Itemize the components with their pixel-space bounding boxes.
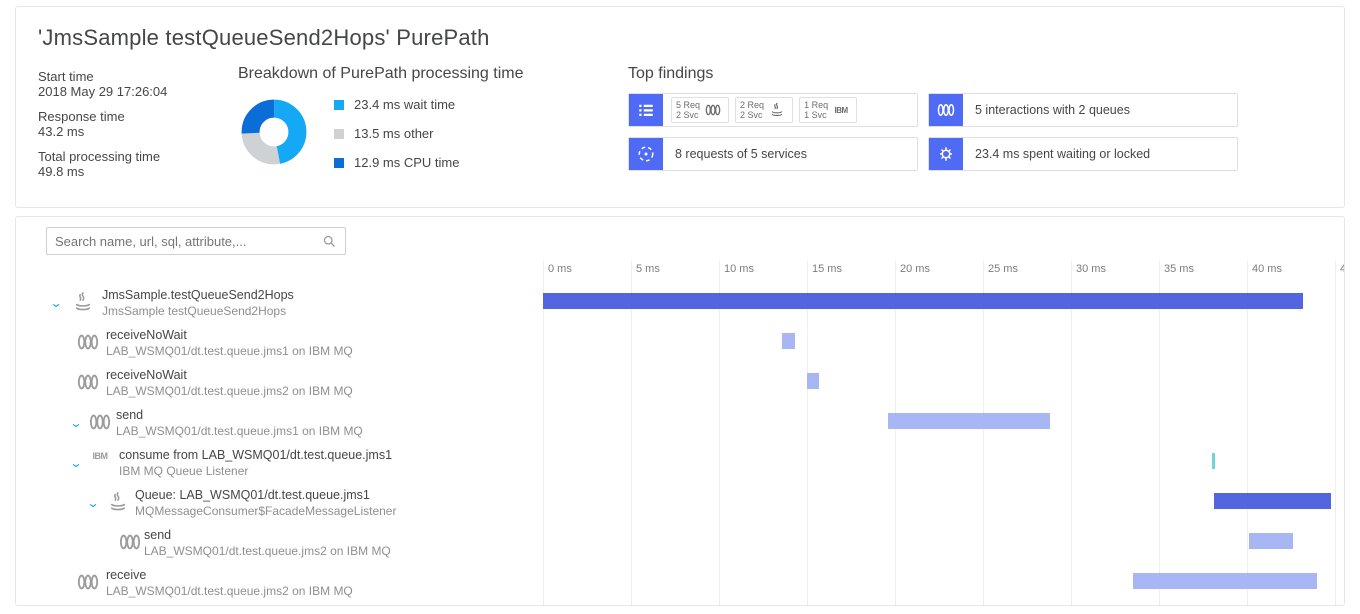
tree-row[interactable]: ⌄ JmsSample.testQueueSend2HopsJmsSample t…	[16, 285, 1344, 325]
node-subtitle: LAB_WSMQ01/dt.test.queue.jms2 on IBM MQ	[106, 583, 353, 599]
mini-tile: 1 Req1 SvcIBM	[799, 97, 857, 123]
timing-bar	[1133, 573, 1318, 589]
finding-mini-tiles: 5 Req2 Svc2 Req2 Svc1 Req1 SvcIBM	[663, 94, 865, 126]
breakdown-donut	[238, 96, 310, 168]
start-time-value: 2018 May 29 17:26:04	[38, 84, 208, 99]
tree-row[interactable]: receiveNoWaitLAB_WSMQ01/dt.test.queue.jm…	[16, 325, 1344, 365]
page-title: 'JmsSample testQueueSend2Hops' PurePath	[38, 25, 1322, 51]
tree-row[interactable]: ⌄ IBM consume from LAB_WSMQ01/dt.test.queu…	[16, 445, 1344, 485]
node-subtitle: MQMessageConsumer$FacadeMessageListener	[135, 503, 396, 519]
breakdown-legend: 23.4 ms wait time 13.5 ms other 12.9 ms …	[334, 97, 459, 170]
chevron-down-icon[interactable]: ⌄	[86, 496, 99, 510]
queue-icon	[76, 331, 100, 353]
finding-queues-text: 5 interactions with 2 queues	[963, 94, 1142, 126]
tree-row[interactable]: ⌄ Queue: LAB_WSMQ01/dt.test.queue.jms1MQM…	[16, 485, 1344, 525]
services-icon	[629, 138, 663, 170]
finding-top-services[interactable]: 5 Req2 Svc2 Req2 Svc1 Req1 SvcIBM	[628, 93, 918, 127]
java-icon	[106, 491, 130, 513]
chevron-down-icon[interactable]: ⌄	[69, 456, 82, 470]
response-time-label: Response time	[38, 109, 208, 124]
legend-other: 13.5 ms other	[334, 126, 459, 141]
findings-title: Top findings	[628, 65, 1322, 83]
finding-waiting[interactable]: 23.4 ms spent waiting or locked	[928, 137, 1238, 171]
list-icon	[629, 94, 663, 126]
node-title: Queue: LAB_WSMQ01/dt.test.queue.jms1	[135, 487, 396, 503]
breakdown-column: Breakdown of PurePath processing time 23…	[238, 65, 598, 185]
timing-bar	[1249, 533, 1293, 549]
tree-rows: ⌄ JmsSample.testQueueSend2HopsJmsSample t…	[16, 261, 1344, 605]
finding-requests-text: 8 requests of 5 services	[663, 138, 819, 170]
start-time-label: Start time	[38, 69, 208, 84]
search-box[interactable]	[46, 227, 346, 255]
legend-cpu: 12.9 ms CPU time	[334, 155, 459, 170]
node-subtitle: LAB_WSMQ01/dt.test.queue.jms1 on IBM MQ	[106, 343, 353, 359]
node-title: consume from LAB_WSMQ01/dt.test.queue.jm…	[119, 447, 392, 463]
node-title: receiveNoWait	[106, 367, 353, 383]
summary-card: 'JmsSample testQueueSend2Hops' PurePath …	[15, 6, 1345, 208]
timing-bar	[1214, 493, 1332, 509]
ibm-icon: IBM	[88, 451, 112, 461]
tree-timeline-panel: 0 ms5 ms10 ms15 ms20 ms25 ms30 ms35 ms40…	[15, 216, 1345, 606]
timing-bar	[807, 373, 819, 389]
stats-column: Start time 2018 May 29 17:26:04 Response…	[38, 65, 208, 185]
timing-bar	[782, 333, 794, 349]
total-proc-value: 49.8 ms	[38, 164, 208, 179]
queue-icon	[76, 571, 100, 593]
tree-row[interactable]: receiveLAB_WSMQ01/dt.test.queue.jms2 on …	[16, 565, 1344, 605]
tree-row[interactable]: sendLAB_WSMQ01/dt.test.queue.jms2 on IBM…	[16, 525, 1344, 565]
mini-tile: 2 Req2 Svc	[735, 97, 793, 123]
queue-icon	[76, 371, 100, 393]
tree-row[interactable]: ⌄ sendLAB_WSMQ01/dt.test.queue.jms1 on IB…	[16, 405, 1344, 445]
node-subtitle: JmsSample testQueueSend2Hops	[102, 303, 294, 319]
node-subtitle: LAB_WSMQ01/dt.test.queue.jms2 on IBM MQ	[106, 383, 353, 399]
node-title: JmsSample.testQueueSend2Hops	[102, 287, 294, 303]
breakdown-title: Breakdown of PurePath processing time	[238, 65, 598, 83]
mini-tile: 5 Req2 Svc	[671, 97, 729, 123]
finding-queues[interactable]: 5 interactions with 2 queues	[928, 93, 1238, 127]
node-title: receive	[106, 567, 353, 583]
queue-icon	[88, 411, 112, 433]
findings-column: Top findings 5 Req2 Svc2 Req2 Svc1 Req1 …	[628, 65, 1322, 185]
response-time-value: 43.2 ms	[38, 124, 208, 139]
java-icon	[71, 291, 95, 313]
node-title: send	[144, 527, 391, 543]
queue-icon	[929, 94, 963, 126]
timing-bar	[543, 293, 1303, 309]
search-icon	[322, 234, 337, 249]
timing-bar	[1212, 453, 1216, 469]
queue-icon	[118, 531, 142, 553]
legend-wait: 23.4 ms wait time	[334, 97, 459, 112]
node-subtitle: LAB_WSMQ01/dt.test.queue.jms1 on IBM MQ	[116, 423, 363, 439]
bug-icon	[929, 138, 963, 170]
node-title: send	[116, 407, 363, 423]
chevron-down-icon[interactable]: ⌄	[69, 416, 82, 430]
tree-row[interactable]: receiveNoWaitLAB_WSMQ01/dt.test.queue.jm…	[16, 365, 1344, 405]
node-subtitle: LAB_WSMQ01/dt.test.queue.jms2 on IBM MQ	[144, 543, 391, 559]
search-input[interactable]	[55, 234, 322, 249]
finding-waiting-text: 23.4 ms spent waiting or locked	[963, 138, 1162, 170]
chevron-down-icon[interactable]: ⌄	[49, 296, 62, 310]
node-title: receiveNoWait	[106, 327, 353, 343]
finding-requests[interactable]: 8 requests of 5 services	[628, 137, 918, 171]
total-proc-label: Total processing time	[38, 149, 208, 164]
timing-bar	[888, 413, 1050, 429]
node-subtitle: IBM MQ Queue Listener	[119, 463, 392, 479]
